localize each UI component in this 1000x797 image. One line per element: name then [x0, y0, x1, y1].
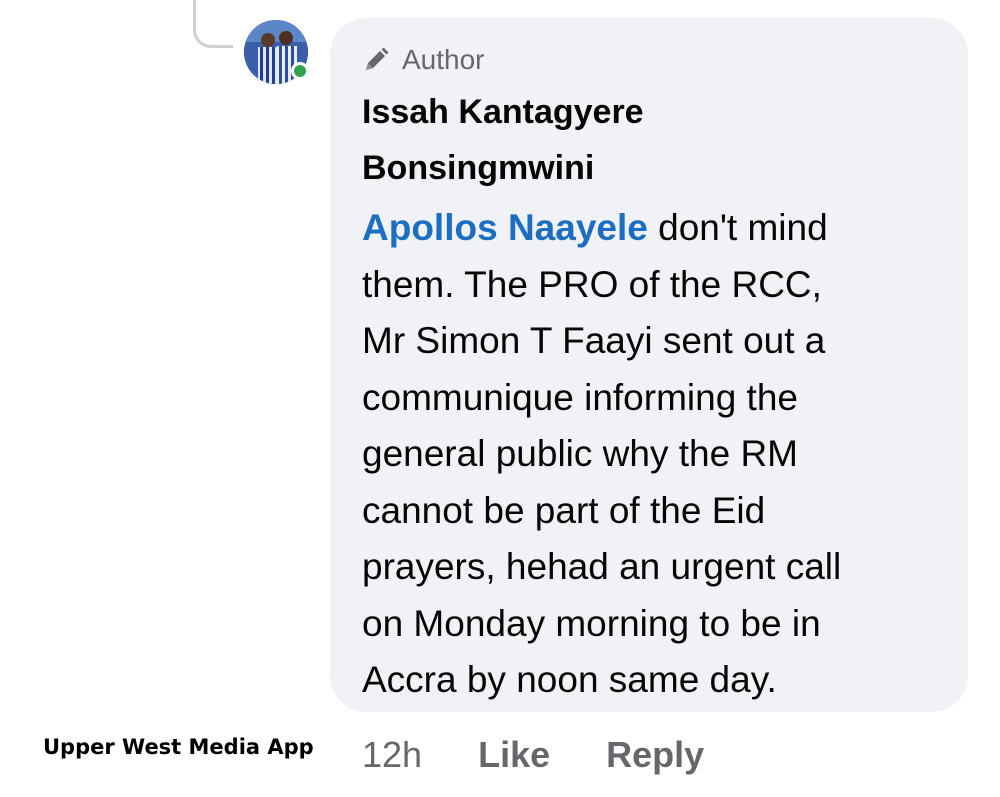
reply-button[interactable]: Reply — [606, 734, 704, 776]
comment-actions: 12h Like Reply — [362, 730, 760, 780]
comment-line-2: them. The PRO of the RCC, — [362, 263, 822, 305]
pencil-icon — [366, 47, 389, 70]
commenter-name-line-1: Issah Kantagyere — [362, 93, 644, 131]
mention-link[interactable]: Apollos Naayele — [362, 207, 648, 248]
comment-line-1: Apollos Naayele don't mind — [362, 200, 934, 257]
author-badge: Author — [362, 42, 934, 78]
comment-line-5: general public why the RM — [362, 433, 798, 474]
comment-line-3: Mr Simon T Faayi sent out a — [362, 320, 826, 361]
comment-line-9: Accra by noon same day. — [362, 659, 777, 700]
commenter-name-line-2: Bonsingmwini — [362, 149, 595, 187]
comment-text-segment: don't mind — [647, 207, 828, 248]
online-status-indicator — [291, 62, 309, 80]
commenter-name[interactable]: Issah Kantagyere Bonsingmwini — [362, 84, 762, 196]
comment-line-8: on Monday morning to be in — [362, 602, 821, 644]
comment-screenshot: Author Issah Kantagyere Bonsingmwini Apo… — [0, 0, 1000, 797]
comment-timestamp[interactable]: 12h — [362, 734, 422, 776]
comment-body: Apollos Naayele don't mind them. The PRO… — [362, 200, 934, 709]
watermark-label: Upper West Media App — [43, 735, 314, 759]
like-button[interactable]: Like — [478, 734, 550, 776]
comment-line-6: cannot be part of the Eid — [362, 489, 766, 531]
comment-line-7: prayers, hehad an urgent call — [362, 546, 842, 587]
reply-thread-connector — [193, 0, 233, 48]
comment-line-4: communique informing the — [362, 376, 798, 418]
author-badge-label: Author — [402, 44, 485, 75]
comment-bubble: Author Issah Kantagyere Bonsingmwini Apo… — [330, 18, 968, 712]
